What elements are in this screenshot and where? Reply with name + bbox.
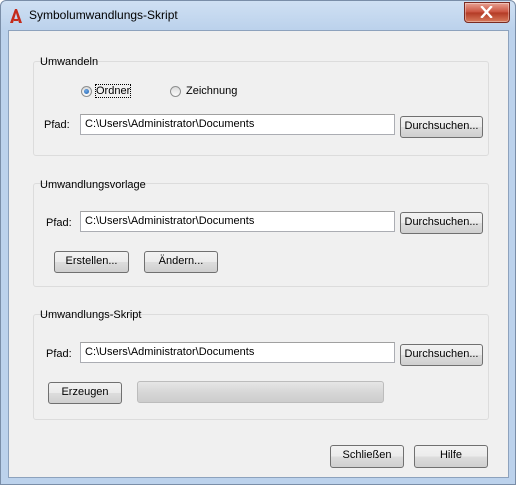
group-umwandeln: [33, 61, 489, 156]
dialog-client-area: Umwandeln Ordner Zeichnung Pfad: C:\User…: [8, 30, 509, 478]
generate-script-button[interactable]: Erzeugen: [48, 382, 122, 404]
path-label-umwandeln: Pfad:: [44, 119, 70, 131]
close-window-button[interactable]: [464, 2, 510, 23]
group-label-umwandlungsvorlage: Umwandlungsvorlage: [40, 179, 146, 191]
path-input-umwandeln[interactable]: C:\Users\Administrator\Documents: [80, 114, 395, 135]
title-bar[interactable]: Symbolumwandlungs-Skript: [1, 1, 515, 31]
window-title: Symbolumwandlungs-Skript: [29, 8, 178, 22]
radio-label-zeichnung[interactable]: Zeichnung: [186, 85, 237, 97]
help-button[interactable]: Hilfe: [414, 445, 488, 468]
group-umwandlungs-skript: [33, 314, 489, 420]
radio-ordner[interactable]: [81, 86, 92, 97]
radio-zeichnung[interactable]: [170, 86, 181, 97]
radio-selected-dot: [84, 89, 89, 94]
path-input-skript[interactable]: C:\Users\Administrator\Documents: [80, 342, 395, 363]
browse-button-umwandeln[interactable]: Durchsuchen...: [400, 116, 483, 138]
edit-template-button[interactable]: Ändern...: [144, 251, 218, 273]
browse-button-vorlage[interactable]: Durchsuchen...: [400, 212, 483, 234]
radio-label-ordner[interactable]: Ordner: [94, 84, 132, 98]
dialog-window: Symbolumwandlungs-Skript Umwandeln Ordne…: [0, 0, 516, 485]
group-label-umwandlungs-skript: Umwandlungs-Skript: [40, 309, 142, 321]
autocad-a-icon: [9, 8, 23, 24]
close-button[interactable]: Schließen: [330, 445, 404, 468]
browse-button-skript[interactable]: Durchsuchen...: [400, 344, 483, 366]
path-input-vorlage[interactable]: C:\Users\Administrator\Documents: [80, 211, 395, 232]
progress-bar: [137, 381, 384, 403]
group-label-umwandeln: Umwandeln: [40, 56, 99, 68]
path-label-vorlage: Pfad:: [46, 217, 72, 229]
path-label-skript: Pfad:: [46, 348, 72, 360]
create-template-button[interactable]: Erstellen...: [54, 251, 129, 273]
